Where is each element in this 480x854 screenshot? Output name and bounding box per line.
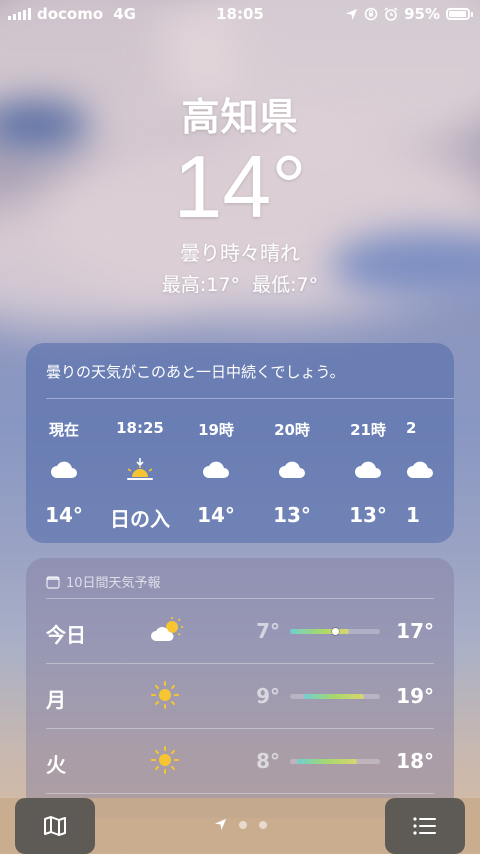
temperature-range-bar (290, 628, 380, 635)
current-weather: 高知県 14° 曇り時々晴れ 最高:17° 最低:7° (0, 86, 480, 297)
rotation-lock-icon (364, 7, 378, 21)
day-low: 7° (256, 619, 280, 643)
cloud-icon (406, 455, 446, 485)
hour-temp: 1 (406, 503, 420, 527)
hour-temp: 13° (349, 503, 387, 527)
day-low: 8° (256, 749, 280, 773)
day-row[interactable]: 今日 7° 17° (46, 599, 434, 664)
day-label: 火 (46, 753, 66, 777)
hourly-forecast-card[interactable]: 曇りの天気がこのあと一日中続くでしょう。 現在 14° 18:25 日の入 19… (26, 343, 454, 543)
forecast-summary: 曇りの天気がこのあと一日中続くでしょう。 (46, 363, 345, 381)
list-button[interactable] (385, 798, 465, 854)
list-icon (413, 817, 436, 835)
page-dot[interactable] (238, 820, 247, 829)
hour-time: 20時 (274, 421, 310, 439)
temperature-range-fill (290, 629, 350, 634)
day-high: 17° (396, 619, 434, 643)
cloud-icon (254, 455, 330, 485)
hour-temp: 14° (45, 503, 83, 527)
cloud-icon (330, 455, 406, 485)
day-label: 今日 (46, 623, 86, 647)
page-dot[interactable] (258, 820, 267, 829)
battery-percent: 95% (404, 5, 440, 23)
sun-icon (150, 745, 180, 779)
hour-time: 2 (406, 419, 417, 437)
daily-header: 10日間天気予報 (46, 572, 161, 591)
hour-time: 現在 (48, 421, 79, 439)
battery-icon (446, 8, 473, 20)
partly-cloudy-icon (150, 615, 186, 649)
hour-item: 20時 13° (254, 419, 330, 532)
hour-item: 19時 14° (178, 419, 254, 532)
condition-text: 曇り時々晴れ (180, 241, 300, 265)
current-temperature-dot (332, 628, 339, 635)
location-name: 高知県 (181, 95, 299, 139)
day-low: 9° (256, 684, 280, 708)
hour-temp: 14° (197, 503, 235, 527)
hour-time: 19時 (198, 421, 234, 439)
daily-header-label: 10日間天気予報 (66, 576, 161, 591)
hour-temp: 日の入 (110, 507, 170, 531)
hour-temp: 13° (273, 503, 311, 527)
hourly-scroll[interactable]: 現在 14° 18:25 日の入 19時 14° 20時 13° 21時 13°… (26, 419, 446, 532)
alarm-icon (384, 7, 398, 21)
cloud-icon (26, 455, 102, 485)
temperature-range-fill (304, 694, 364, 699)
temperature-range-fill (297, 759, 357, 764)
location-arrow-icon (346, 8, 358, 20)
hour-item: 21時 13° (330, 419, 406, 532)
hour-item: 18:25 日の入 (102, 419, 178, 532)
hour-time: 21時 (350, 421, 386, 439)
hour-item: 現在 14° (26, 419, 102, 532)
sun-icon (150, 680, 180, 714)
day-high: 18° (396, 749, 434, 773)
divider (46, 398, 454, 399)
hour-item: 2 1 (406, 419, 446, 532)
temperature-range-bar (290, 694, 380, 699)
location-arrow-icon (214, 818, 226, 831)
day-row[interactable]: 月 9° 19° (46, 664, 434, 729)
temperature-range-bar (290, 759, 380, 764)
day-row[interactable]: 火 8° 18° (46, 729, 434, 794)
current-temperature: 14° (173, 137, 307, 236)
daily-forecast-card[interactable]: 10日間天気予報 今日 7° 17° 月 9° 19° 火 8° 18° (26, 558, 454, 818)
sunset-icon (102, 455, 178, 485)
status-bar: docomo 4G 18:05 95% (0, 0, 480, 28)
cloud-icon (178, 455, 254, 485)
day-label: 月 (46, 688, 66, 712)
high-low-text: 最高:17° 最低:7° (161, 274, 319, 296)
hour-time: 18:25 (116, 419, 164, 437)
bottom-toolbar (0, 798, 480, 854)
calendar-icon (46, 575, 60, 589)
day-high: 19° (396, 684, 434, 708)
